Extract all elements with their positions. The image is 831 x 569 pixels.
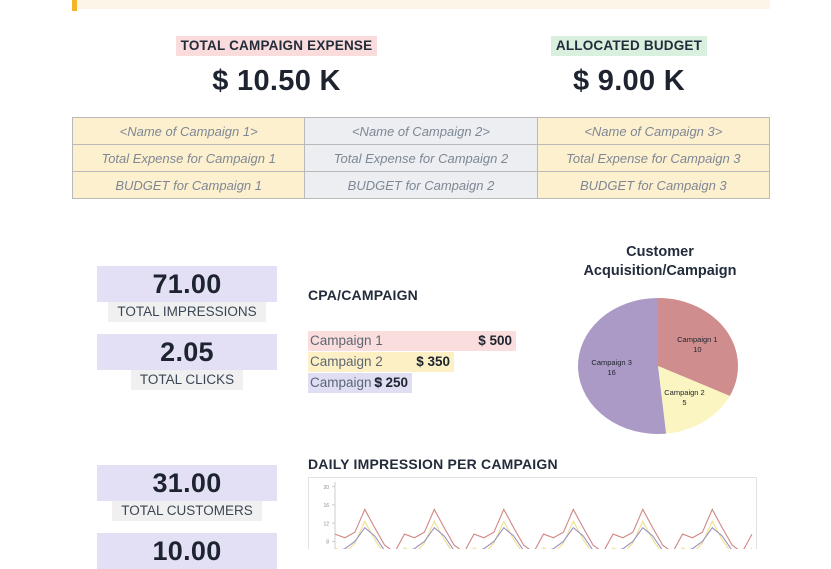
cpa-row: Campaign 2 $ 350 [308,352,528,372]
customer-acquisition-pie-chart: Campaign 1 10 Campaign 2 5 Campaign 3 16 [577,298,738,434]
y-axis-tick-label: 8 [326,540,329,546]
fourth-kpi-value: 10.00 [97,533,277,569]
y-axis-tick-label: 20 [323,485,329,491]
daily-impression-line-chart: 8 12 16 20 [308,477,757,549]
allocated-budget-label: ALLOCATED BUDGET [550,36,708,56]
total-impressions-value: 71.00 [97,266,277,302]
cpa-row: Campaign 1 $ 500 [308,331,528,351]
table-cell: Total Expense for Campaign 1 [71,144,306,172]
top-accent-band [72,0,770,9]
total-clicks-kpi: 2.05 TOTAL CLICKS [97,334,277,390]
table-cell: BUDGET for Campaign 3 [536,171,771,199]
cpa-section-title: CPA/CAMPAIGN [308,287,418,303]
cpa-campaign-value: $ 250 [374,375,408,390]
table-cell: Total Expense for Campaign 2 [304,144,538,172]
total-clicks-value: 2.05 [97,334,277,370]
total-customers-label: TOTAL CUSTOMERS [112,501,262,521]
table-cell: BUDGET for Campaign 2 [304,171,538,199]
line-series [334,508,753,549]
total-campaign-expense-kpi: TOTAL CAMPAIGN EXPENSE $ 10.50 K [64,36,489,98]
top-accent-marker [72,0,77,11]
table-row: Total Expense for Campaign 1 Total Expen… [71,144,771,172]
table-cell: <Name of Campaign 1> [71,117,306,145]
pie-slice-label: Campaign 1 10 [677,335,718,355]
table-cell: <Name of Campaign 2> [304,117,538,145]
pie-slice-label: Campaign 3 16 [591,357,632,377]
customer-acquisition-chart-title: Customer Acquisition/Campaign [560,243,760,281]
table-cell: Total Expense for Campaign 3 [536,144,771,172]
allocated-budget-value: $ 9.00 K [572,65,686,97]
total-impressions-kpi: 71.00 TOTAL IMPRESSIONS [97,266,277,322]
table-cell: BUDGET for Campaign 1 [71,171,306,199]
total-clicks-label: TOTAL CLICKS [130,370,244,390]
cpa-campaign-value: $ 500 [478,333,512,348]
pie-slice-label: Campaign 25 [664,388,705,408]
cpa-campaign-list: Campaign 1 $ 500 Campaign 2 $ 350 Campaign 3… [308,331,528,394]
total-customers-kpi: 31.00 TOTAL CUSTOMERS [97,465,277,521]
chart-title-line-1: Customer [626,244,694,260]
total-customers-value: 31.00 [97,465,277,501]
table-row: <Name of Campaign 1> <Name of Campaign 2… [71,117,771,145]
fourth-kpi-partial: 10.00 [97,533,277,569]
daily-impression-chart-title: DAILY IMPRESSION PER CAMPAIGN [308,456,558,472]
total-campaign-expense-value: $ 10.50 K [212,65,341,97]
table-cell: <Name of Campaign 3> [536,117,771,145]
total-impressions-label: TOTAL IMPRESSIONS [108,302,266,322]
cpa-row: Campaign 3 $ 250 [308,373,528,393]
campaign-summary-table: <Name of Campaign 1> <Name of Campaign 2… [71,117,771,199]
line-chart-svg: 8 12 16 20 [323,482,753,549]
y-axis-tick-label: 16 [323,503,329,509]
chart-title-line-2: Acquisition/Campaign [583,263,737,279]
cpa-campaign-name: Campaign 2 [310,354,383,369]
allocated-budget-kpi: ALLOCATED BUDGET $ 9.00 K [489,36,769,98]
table-row: BUDGET for Campaign 1 BUDGET for Campaig… [71,171,771,199]
cpa-campaign-name: Campaign 1 [310,333,383,348]
total-campaign-expense-label: TOTAL CAMPAIGN EXPENSE [175,36,378,56]
cpa-campaign-value: $ 350 [416,354,450,369]
y-axis-tick-label: 12 [323,521,329,527]
